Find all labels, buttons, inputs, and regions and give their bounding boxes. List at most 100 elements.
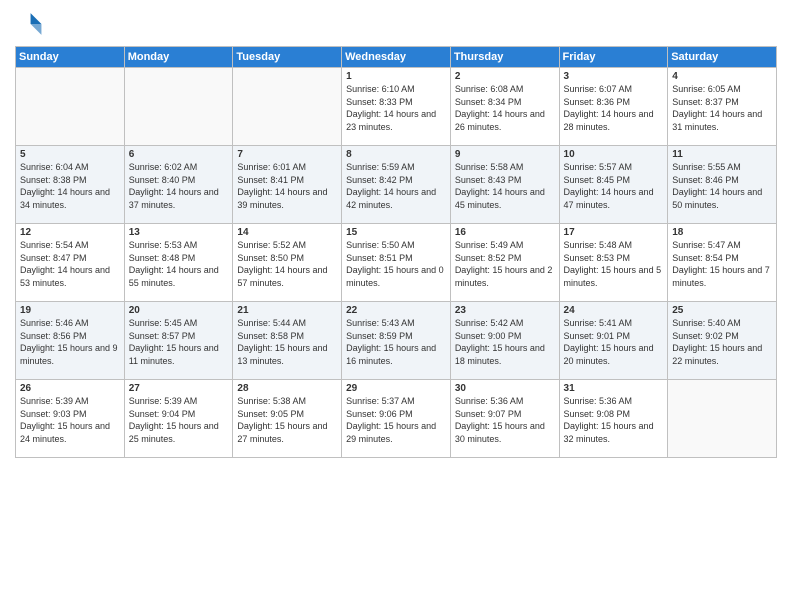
day-number: 29: [346, 383, 446, 394]
calendar-cell: 14Sunrise: 5:52 AMSunset: 8:50 PMDayligh…: [233, 224, 342, 302]
day-number: 16: [455, 227, 555, 238]
calendar-cell: 11Sunrise: 5:55 AMSunset: 8:46 PMDayligh…: [668, 146, 777, 224]
page-header: [15, 10, 777, 38]
cell-content: Sunrise: 5:43 AMSunset: 8:59 PMDaylight:…: [346, 317, 446, 367]
cell-content: Sunrise: 5:52 AMSunset: 8:50 PMDaylight:…: [237, 239, 337, 289]
day-number: 23: [455, 305, 555, 316]
day-number: 21: [237, 305, 337, 316]
day-number: 20: [129, 305, 229, 316]
calendar-cell: 30Sunrise: 5:36 AMSunset: 9:07 PMDayligh…: [450, 380, 559, 458]
calendar-cell: [668, 380, 777, 458]
calendar-cell: 22Sunrise: 5:43 AMSunset: 8:59 PMDayligh…: [342, 302, 451, 380]
day-number: 22: [346, 305, 446, 316]
cell-content: Sunrise: 5:58 AMSunset: 8:43 PMDaylight:…: [455, 161, 555, 211]
calendar-cell: 13Sunrise: 5:53 AMSunset: 8:48 PMDayligh…: [124, 224, 233, 302]
day-number: 2: [455, 71, 555, 82]
cell-content: Sunrise: 6:02 AMSunset: 8:40 PMDaylight:…: [129, 161, 229, 211]
day-number: 4: [672, 71, 772, 82]
calendar-week-5: 26Sunrise: 5:39 AMSunset: 9:03 PMDayligh…: [16, 380, 777, 458]
calendar-cell: 4Sunrise: 6:05 AMSunset: 8:37 PMDaylight…: [668, 68, 777, 146]
day-number: 19: [20, 305, 120, 316]
calendar-cell: 1Sunrise: 6:10 AMSunset: 8:33 PMDaylight…: [342, 68, 451, 146]
calendar-cell: 28Sunrise: 5:38 AMSunset: 9:05 PMDayligh…: [233, 380, 342, 458]
calendar-cell: 8Sunrise: 5:59 AMSunset: 8:42 PMDaylight…: [342, 146, 451, 224]
calendar-week-2: 5Sunrise: 6:04 AMSunset: 8:38 PMDaylight…: [16, 146, 777, 224]
day-number: 7: [237, 149, 337, 160]
cell-content: Sunrise: 5:36 AMSunset: 9:07 PMDaylight:…: [455, 395, 555, 445]
day-number: 1: [346, 71, 446, 82]
cell-content: Sunrise: 5:38 AMSunset: 9:05 PMDaylight:…: [237, 395, 337, 445]
cell-content: Sunrise: 5:36 AMSunset: 9:08 PMDaylight:…: [564, 395, 664, 445]
cell-content: Sunrise: 5:49 AMSunset: 8:52 PMDaylight:…: [455, 239, 555, 289]
cell-content: Sunrise: 5:47 AMSunset: 8:54 PMDaylight:…: [672, 239, 772, 289]
cell-content: Sunrise: 5:53 AMSunset: 8:48 PMDaylight:…: [129, 239, 229, 289]
day-number: 18: [672, 227, 772, 238]
cell-content: Sunrise: 6:08 AMSunset: 8:34 PMDaylight:…: [455, 83, 555, 133]
calendar-cell: 5Sunrise: 6:04 AMSunset: 8:38 PMDaylight…: [16, 146, 125, 224]
day-number: 15: [346, 227, 446, 238]
calendar-cell: 10Sunrise: 5:57 AMSunset: 8:45 PMDayligh…: [559, 146, 668, 224]
calendar-cell: 3Sunrise: 6:07 AMSunset: 8:36 PMDaylight…: [559, 68, 668, 146]
cell-content: Sunrise: 5:59 AMSunset: 8:42 PMDaylight:…: [346, 161, 446, 211]
day-number: 30: [455, 383, 555, 394]
logo-icon: [15, 10, 43, 38]
day-number: 24: [564, 305, 664, 316]
calendar-cell: 6Sunrise: 6:02 AMSunset: 8:40 PMDaylight…: [124, 146, 233, 224]
day-number: 6: [129, 149, 229, 160]
day-number: 28: [237, 383, 337, 394]
cell-content: Sunrise: 5:48 AMSunset: 8:53 PMDaylight:…: [564, 239, 664, 289]
cell-content: Sunrise: 5:50 AMSunset: 8:51 PMDaylight:…: [346, 239, 446, 289]
day-header-monday: Monday: [124, 47, 233, 68]
day-number: 31: [564, 383, 664, 394]
cell-content: Sunrise: 6:04 AMSunset: 8:38 PMDaylight:…: [20, 161, 120, 211]
day-number: 3: [564, 71, 664, 82]
cell-content: Sunrise: 5:46 AMSunset: 8:56 PMDaylight:…: [20, 317, 120, 367]
day-header-tuesday: Tuesday: [233, 47, 342, 68]
day-number: 8: [346, 149, 446, 160]
calendar-cell: 15Sunrise: 5:50 AMSunset: 8:51 PMDayligh…: [342, 224, 451, 302]
calendar-cell: 19Sunrise: 5:46 AMSunset: 8:56 PMDayligh…: [16, 302, 125, 380]
cell-content: Sunrise: 6:10 AMSunset: 8:33 PMDaylight:…: [346, 83, 446, 133]
cell-content: Sunrise: 5:37 AMSunset: 9:06 PMDaylight:…: [346, 395, 446, 445]
cell-content: Sunrise: 6:05 AMSunset: 8:37 PMDaylight:…: [672, 83, 772, 133]
cell-content: Sunrise: 5:57 AMSunset: 8:45 PMDaylight:…: [564, 161, 664, 211]
calendar-cell: 23Sunrise: 5:42 AMSunset: 9:00 PMDayligh…: [450, 302, 559, 380]
cell-content: Sunrise: 5:39 AMSunset: 9:03 PMDaylight:…: [20, 395, 120, 445]
day-number: 25: [672, 305, 772, 316]
calendar-cell: 2Sunrise: 6:08 AMSunset: 8:34 PMDaylight…: [450, 68, 559, 146]
day-header-sunday: Sunday: [16, 47, 125, 68]
calendar-cell: 31Sunrise: 5:36 AMSunset: 9:08 PMDayligh…: [559, 380, 668, 458]
cell-content: Sunrise: 6:01 AMSunset: 8:41 PMDaylight:…: [237, 161, 337, 211]
day-number: 9: [455, 149, 555, 160]
day-number: 11: [672, 149, 772, 160]
calendar-cell: 27Sunrise: 5:39 AMSunset: 9:04 PMDayligh…: [124, 380, 233, 458]
day-number: 13: [129, 227, 229, 238]
day-number: 10: [564, 149, 664, 160]
cell-content: Sunrise: 5:44 AMSunset: 8:58 PMDaylight:…: [237, 317, 337, 367]
calendar-cell: 20Sunrise: 5:45 AMSunset: 8:57 PMDayligh…: [124, 302, 233, 380]
logo: [15, 10, 47, 38]
day-number: 5: [20, 149, 120, 160]
calendar-cell: 26Sunrise: 5:39 AMSunset: 9:03 PMDayligh…: [16, 380, 125, 458]
day-number: 27: [129, 383, 229, 394]
calendar-week-1: 1Sunrise: 6:10 AMSunset: 8:33 PMDaylight…: [16, 68, 777, 146]
day-header-saturday: Saturday: [668, 47, 777, 68]
calendar-cell: 16Sunrise: 5:49 AMSunset: 8:52 PMDayligh…: [450, 224, 559, 302]
day-number: 14: [237, 227, 337, 238]
cell-content: Sunrise: 5:54 AMSunset: 8:47 PMDaylight:…: [20, 239, 120, 289]
cell-content: Sunrise: 6:07 AMSunset: 8:36 PMDaylight:…: [564, 83, 664, 133]
day-number: 26: [20, 383, 120, 394]
cell-content: Sunrise: 5:42 AMSunset: 9:00 PMDaylight:…: [455, 317, 555, 367]
calendar-header-row: SundayMondayTuesdayWednesdayThursdayFrid…: [16, 47, 777, 68]
calendar-cell: 12Sunrise: 5:54 AMSunset: 8:47 PMDayligh…: [16, 224, 125, 302]
cell-content: Sunrise: 5:39 AMSunset: 9:04 PMDaylight:…: [129, 395, 229, 445]
day-header-wednesday: Wednesday: [342, 47, 451, 68]
calendar-table: SundayMondayTuesdayWednesdayThursdayFrid…: [15, 46, 777, 458]
calendar-cell: 21Sunrise: 5:44 AMSunset: 8:58 PMDayligh…: [233, 302, 342, 380]
calendar-cell: 9Sunrise: 5:58 AMSunset: 8:43 PMDaylight…: [450, 146, 559, 224]
cell-content: Sunrise: 5:40 AMSunset: 9:02 PMDaylight:…: [672, 317, 772, 367]
calendar-week-3: 12Sunrise: 5:54 AMSunset: 8:47 PMDayligh…: [16, 224, 777, 302]
calendar-cell: 25Sunrise: 5:40 AMSunset: 9:02 PMDayligh…: [668, 302, 777, 380]
calendar-cell: [233, 68, 342, 146]
day-number: 17: [564, 227, 664, 238]
